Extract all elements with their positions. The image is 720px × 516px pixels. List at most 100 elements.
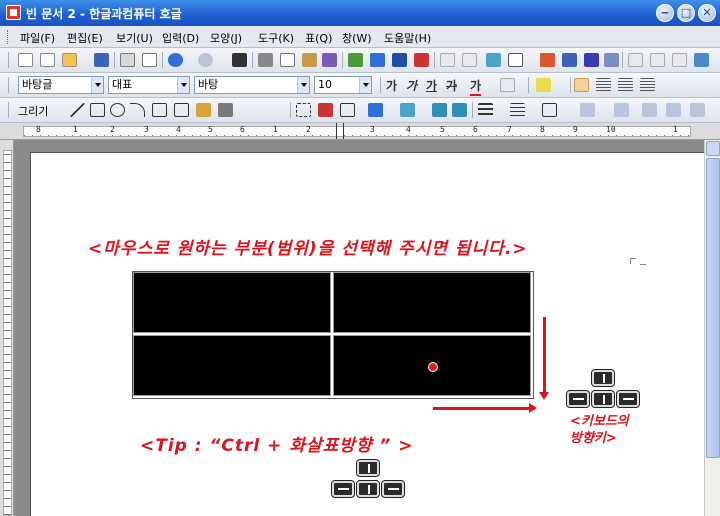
table-cell[interactable]	[133, 272, 331, 333]
minimize-button[interactable]: ‒	[656, 4, 674, 22]
unlink-icon[interactable]	[462, 53, 477, 67]
equation-icon[interactable]	[584, 53, 599, 67]
menu-table[interactable]: 표(Q)	[305, 30, 332, 46]
align-justify-icon[interactable]	[574, 78, 589, 92]
paragraph-icon[interactable]	[414, 53, 429, 67]
group-icon[interactable]	[340, 103, 355, 117]
menu-insert[interactable]: 입력(D)	[162, 30, 199, 46]
save-icon[interactable]	[94, 53, 109, 67]
toolbar-grip[interactable]	[8, 77, 9, 93]
align-left-icon[interactable]	[596, 78, 611, 92]
vertical-ruler[interactable]	[0, 140, 14, 516]
scroll-thumb[interactable]	[706, 158, 720, 458]
arc-icon[interactable]	[130, 103, 145, 117]
paste-icon[interactable]	[302, 53, 317, 67]
cut-icon[interactable]	[258, 53, 273, 67]
send-back-icon[interactable]	[452, 103, 467, 117]
chart-icon[interactable]	[540, 53, 555, 67]
vertical-scrollbar[interactable]	[704, 140, 720, 516]
curve-icon[interactable]	[196, 103, 211, 117]
rectangle-icon[interactable]	[90, 103, 105, 117]
fill-color-icon[interactable]	[400, 103, 415, 117]
draw-menu[interactable]: 그리기	[18, 103, 48, 119]
close-button[interactable]: ✕	[698, 4, 716, 22]
textbox-icon[interactable]	[562, 53, 577, 67]
menu-edit[interactable]: 편집(E)	[67, 30, 103, 46]
font-color-button[interactable]: 가	[470, 77, 482, 96]
table-cell[interactable]	[133, 335, 331, 396]
select-objects-icon[interactable]	[296, 103, 311, 117]
print-icon[interactable]	[120, 53, 135, 67]
open-folder-icon[interactable]	[62, 53, 77, 67]
toolbar-grip[interactable]	[8, 102, 9, 118]
underline-button[interactable]: 가	[426, 77, 437, 94]
redo-icon[interactable]	[198, 53, 213, 67]
font-combo[interactable]: 바탕	[194, 76, 310, 94]
copy-icon[interactable]	[280, 53, 295, 67]
line-color-icon[interactable]	[368, 103, 383, 117]
highlight-icon[interactable]	[536, 78, 551, 92]
selected-table[interactable]	[132, 271, 534, 399]
textbox-draw-icon[interactable]	[174, 103, 189, 117]
ellipse-icon[interactable]	[110, 103, 125, 117]
menu-format[interactable]: 모양(J)	[210, 30, 242, 46]
align-right-icon[interactable]	[640, 78, 655, 92]
line-icon[interactable]	[70, 103, 85, 117]
flip-icon[interactable]	[666, 103, 681, 117]
web-icon[interactable]	[672, 53, 687, 67]
char-shape-icon[interactable]	[500, 78, 515, 92]
bring-front-icon[interactable]	[432, 103, 447, 117]
table-icon[interactable]	[508, 53, 523, 67]
link-icon[interactable]	[440, 53, 455, 67]
hwp-app-icon[interactable]	[6, 5, 21, 20]
italic-button[interactable]: 가	[406, 77, 417, 94]
menu-help[interactable]: 도움말(H)	[384, 30, 431, 46]
toolbar-grip[interactable]	[8, 52, 9, 68]
template-icon[interactable]	[40, 53, 55, 67]
chevron-down-icon[interactable]	[177, 77, 189, 93]
font-size-combo[interactable]: 10	[314, 76, 372, 94]
undo-icon[interactable]	[168, 53, 183, 67]
bold-button[interactable]: 가	[386, 77, 397, 94]
arrow-style-icon[interactable]	[542, 103, 557, 117]
ruler-tick: 4	[406, 125, 411, 134]
scroll-up-button[interactable]	[706, 141, 720, 156]
maximize-button[interactable]: □	[677, 4, 695, 22]
new-document-icon[interactable]	[18, 53, 33, 67]
line-style-icon[interactable]	[478, 103, 493, 117]
object-props-icon[interactable]	[318, 103, 333, 117]
find-icon[interactable]	[232, 53, 247, 67]
memo-icon[interactable]	[628, 53, 643, 67]
table-cell[interactable]	[333, 272, 531, 333]
language-combo[interactable]: 대표	[108, 76, 190, 94]
menu-view[interactable]: 보기(U)	[116, 30, 153, 46]
layout-icon[interactable]	[694, 53, 709, 67]
indent-marker[interactable]	[336, 123, 344, 139]
chevron-down-icon[interactable]	[359, 77, 371, 93]
print-preview-icon[interactable]	[142, 53, 157, 67]
align-center-icon[interactable]	[618, 78, 633, 92]
strikethrough-button[interactable]: 가	[446, 77, 457, 94]
style-combo[interactable]: 바탕글	[18, 76, 104, 94]
chevron-down-icon[interactable]	[297, 77, 309, 93]
more-icon[interactable]	[690, 103, 705, 117]
ruler-tick: 2	[110, 125, 115, 134]
connector-icon[interactable]	[218, 103, 233, 117]
shape-icon[interactable]	[370, 53, 385, 67]
line-width-icon[interactable]	[510, 103, 525, 117]
chevron-down-icon[interactable]	[91, 77, 103, 93]
menu-window[interactable]: 창(W)	[342, 30, 372, 46]
style-icon[interactable]	[348, 53, 363, 67]
format-copy-icon[interactable]	[322, 53, 337, 67]
rotate-icon[interactable]	[642, 103, 657, 117]
menu-tools[interactable]: 도구(K)	[258, 30, 294, 46]
distribute-icon[interactable]	[614, 103, 629, 117]
align-objects-icon[interactable]	[580, 103, 595, 117]
menu-file[interactable]: 파일(F)	[20, 30, 55, 46]
mail-icon[interactable]	[650, 53, 665, 67]
menu-grip[interactable]	[7, 30, 10, 44]
picture-icon[interactable]	[486, 53, 501, 67]
symbol-icon[interactable]	[604, 53, 619, 67]
polygon-icon[interactable]	[152, 103, 167, 117]
column-icon[interactable]	[392, 53, 407, 67]
